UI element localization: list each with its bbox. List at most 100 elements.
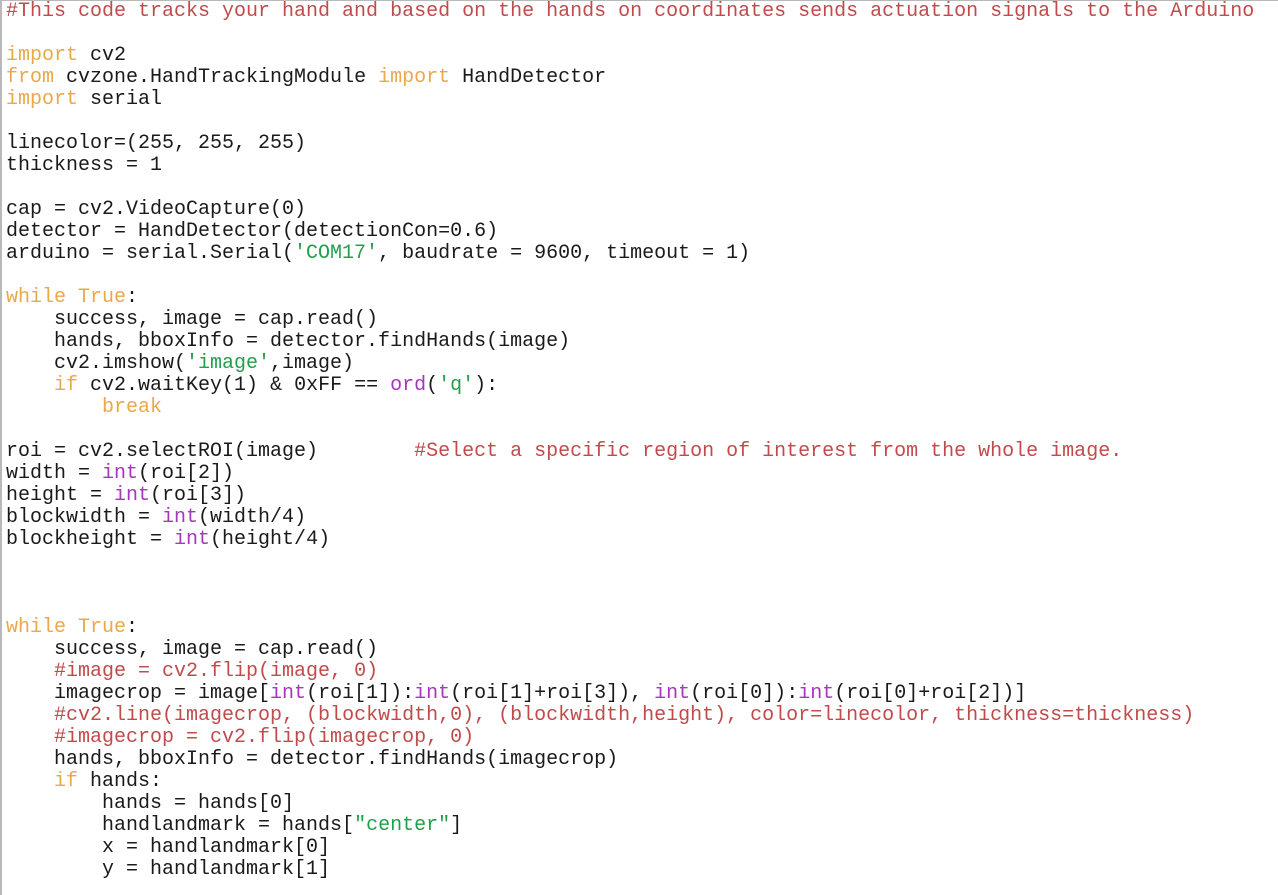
code-line: detector = HandDetector(detectionCon=0.6… xyxy=(6,221,1278,243)
code-token-plain: thickness = 1 xyxy=(6,154,163,177)
code-token-plain: cv2.imshow( xyxy=(6,352,187,375)
code-token-comment: #image = cv2.flip(image, 0) xyxy=(54,660,379,683)
code-token-plain: height = xyxy=(6,484,115,507)
code-token-builtin: int xyxy=(654,682,691,705)
code-line: linecolor=(255, 255, 255) xyxy=(6,133,1278,155)
code-token-plain: (roi[2]) xyxy=(138,462,235,485)
code-token-plain: cap = cv2.VideoCapture(0) xyxy=(6,198,307,221)
code-token-plain: hands, bboxInfo = detector.findHands(ima… xyxy=(6,748,619,771)
code-token-plain: y = handlandmark[1] xyxy=(6,858,331,881)
code-line: hands, bboxInfo = detector.findHands(ima… xyxy=(6,331,1278,353)
code-token-plain: cv2.waitKey(1) & 0xFF == xyxy=(78,374,391,397)
code-line: y = handlandmark[1] xyxy=(6,859,1278,881)
code-token-plain: imagecrop = image[ xyxy=(6,682,271,705)
code-token-plain: serial xyxy=(78,88,163,111)
code-token-plain: success, image = cap.read() xyxy=(6,308,379,331)
code-token-string: 'COM17' xyxy=(294,242,379,265)
code-line: success, image = cap.read() xyxy=(6,309,1278,331)
code-line: arduino = serial.Serial('COM17', baudrat… xyxy=(6,243,1278,265)
code-token-plain: (roi[1]+roi[3]), xyxy=(450,682,655,705)
code-token-plain: (roi[3]) xyxy=(150,484,247,507)
code-token-plain: (roi[1]): xyxy=(306,682,415,705)
code-token-plain: ] xyxy=(450,814,463,837)
code-line: thickness = 1 xyxy=(6,155,1278,177)
code-line: blockheight = int(height/4) xyxy=(6,529,1278,551)
code-line: hands = hands[0] xyxy=(6,793,1278,815)
code-line: roi = cv2.selectROI(image) #Select a spe… xyxy=(6,441,1278,463)
code-line: cap = cv2.VideoCapture(0) xyxy=(6,199,1278,221)
code-line: #This code tracks your hand and based on… xyxy=(6,1,1278,23)
code-line: while True: xyxy=(6,617,1278,639)
code-token-plain: width = xyxy=(6,462,103,485)
code-token-keyword: while True xyxy=(6,286,127,309)
code-line: #cv2.line(imagecrop, (blockwidth,0), (bl… xyxy=(6,705,1278,727)
code-token-plain: x = handlandmark[0] xyxy=(6,836,331,859)
code-token-plain: ): xyxy=(474,374,499,397)
code-token-string: "center" xyxy=(354,814,451,837)
code-token-plain: detector = HandDetector(detectionCon=0.6… xyxy=(6,220,499,243)
code-token-plain: arduino = serial.Serial( xyxy=(6,242,295,265)
code-line: from cvzone.HandTrackingModule import Ha… xyxy=(6,67,1278,89)
code-token-keyword: import xyxy=(6,44,79,67)
code-token-plain: roi = cv2.selectROI(image) xyxy=(6,440,415,463)
code-token-plain: blockheight = xyxy=(6,528,175,551)
code-token-comment: #cv2.line(imagecrop, (blockwidth,0), (bl… xyxy=(54,704,1195,727)
code-token-plain: success, image = cap.read() xyxy=(6,638,379,661)
code-line: if cv2.waitKey(1) & 0xFF == ord('q'): xyxy=(6,375,1278,397)
code-token-plain: (roi[0]+roi[2])] xyxy=(834,682,1027,705)
code-token-builtin: int xyxy=(414,682,451,705)
code-token-keyword: if xyxy=(54,770,79,793)
code-line: width = int(roi[2]) xyxy=(6,463,1278,485)
code-line: #imagecrop = cv2.flip(imagecrop, 0) xyxy=(6,727,1278,749)
code-token-keyword: if xyxy=(54,374,79,397)
code-token-plain: (width/4) xyxy=(198,506,307,529)
code-token-builtin: int xyxy=(270,682,307,705)
code-token-keyword: import xyxy=(378,66,451,89)
code-token-string: 'q' xyxy=(438,374,475,397)
code-token-plain: cvzone.HandTrackingModule xyxy=(54,66,379,89)
code-line: hands, bboxInfo = detector.findHands(ima… xyxy=(6,749,1278,771)
code-token-plain: HandDetector xyxy=(450,66,607,89)
code-line: import cv2 xyxy=(6,45,1278,67)
code-token-plain: blockwidth = xyxy=(6,506,163,529)
code-token-comment: #imagecrop = cv2.flip(imagecrop, 0) xyxy=(54,726,475,749)
code-token-plain: cv2 xyxy=(78,44,127,67)
code-token-builtin: int xyxy=(102,462,139,485)
code-line: x = handlandmark[0] xyxy=(6,837,1278,859)
code-line: imagecrop = image[int(roi[1]):int(roi[1]… xyxy=(6,683,1278,705)
code-token-string: 'image' xyxy=(186,352,271,375)
code-line: success, image = cap.read() xyxy=(6,639,1278,661)
code-token-plain: (height/4) xyxy=(210,528,331,551)
code-line: blockwidth = int(width/4) xyxy=(6,507,1278,529)
code-editor-view[interactable]: #This code tracks your hand and based on… xyxy=(0,0,1278,895)
code-line: if hands: xyxy=(6,771,1278,793)
code-line: break xyxy=(6,397,1278,419)
code-line: #image = cv2.flip(image, 0) xyxy=(6,661,1278,683)
code-token-plain: hands: xyxy=(78,770,163,793)
code-token-plain: : xyxy=(126,286,139,309)
code-token-keyword: break xyxy=(102,396,163,419)
code-line: handlandmark = hands["center"] xyxy=(6,815,1278,837)
code-token-comment: #This code tracks your hand and based on… xyxy=(6,0,1255,23)
code-token-builtin: int xyxy=(114,484,151,507)
code-line: cv2.imshow('image',image) xyxy=(6,353,1278,375)
code-line: import serial xyxy=(6,89,1278,111)
code-token-plain: linecolor=(255, 255, 255) xyxy=(6,132,307,155)
code-lines-container: #This code tracks your hand and based on… xyxy=(6,1,1278,881)
code-token-plain: , baudrate = 9600, timeout = 1) xyxy=(378,242,751,265)
code-token-builtin: ord xyxy=(390,374,427,397)
code-token-builtin: int xyxy=(162,506,199,529)
